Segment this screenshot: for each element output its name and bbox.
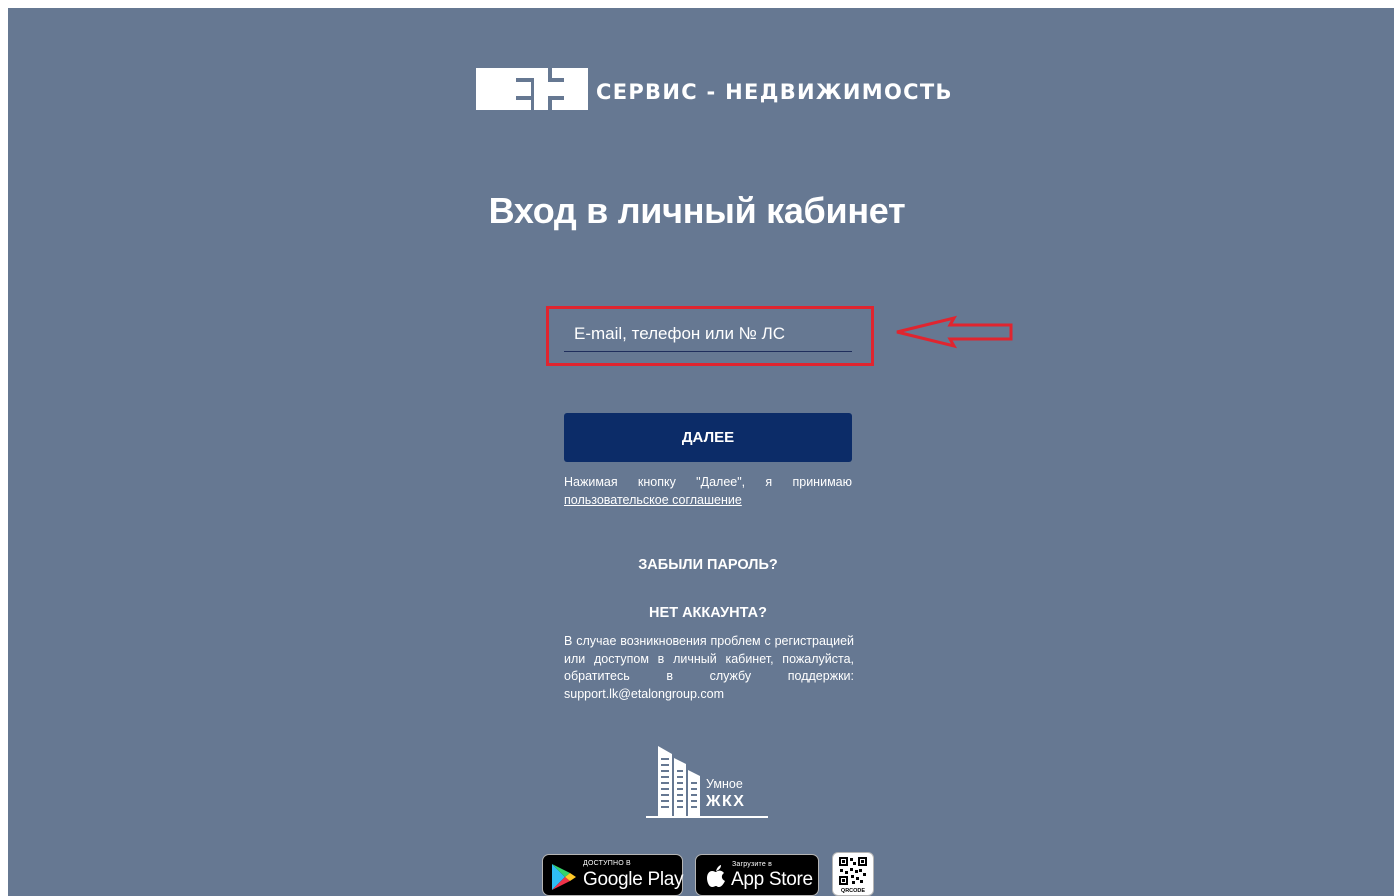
apple-icon	[707, 865, 725, 887]
forgot-password-link[interactable]: ЗАБЫЛИ ПАРОЛЬ?	[564, 555, 852, 575]
next-button[interactable]: ДАЛЕЕ	[564, 413, 852, 462]
login-input[interactable]	[564, 316, 852, 352]
google-play-small-text: ДОСТУПНО В	[583, 860, 631, 867]
app-store-label: App Store	[731, 869, 813, 890]
google-play-icon	[552, 864, 576, 890]
brand-name: СЕРВИС - НЕДВИЖИМОСТЬ	[596, 80, 953, 104]
user-agreement-link[interactable]: пользовательское соглашение	[564, 492, 742, 509]
qr-code-label: QRCODE	[840, 888, 866, 894]
agreement-text: Нажимая кнопку "Далее", я принимаю	[564, 475, 852, 489]
google-play-badge[interactable]: ДОСТУПНО В Google Play	[542, 854, 684, 896]
google-play-label: Google Play	[583, 869, 684, 890]
red-arrow-left-icon	[896, 315, 1013, 349]
no-account-link[interactable]: НЕТ АККАУНТА?	[564, 603, 852, 623]
smart-logo-line2: ЖКХ	[706, 793, 746, 810]
support-text: В случае возникновения проблем с регистр…	[564, 634, 854, 701]
qr-code-button[interactable]: QRCODE	[832, 852, 874, 896]
sn-logo-icon	[476, 68, 588, 110]
smart-logo-line1: Умное	[706, 777, 743, 791]
app-store-badge[interactable]: Загрузите в App Store	[695, 854, 819, 896]
app-store-small-text: Загрузите в	[732, 861, 772, 868]
qr-code-icon	[839, 857, 867, 885]
page-title: Вход в личный кабинет	[488, 190, 906, 231]
